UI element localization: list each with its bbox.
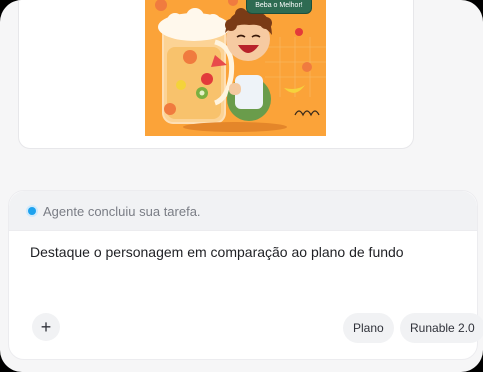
agent-status-text: Agente concluiu sua tarefa. — [43, 204, 201, 219]
app-window: Beba o Melhor! Agente concluiu sua taref… — [0, 0, 483, 372]
generated-image-card: Beba o Melhor! — [18, 0, 414, 149]
chat-composer: Agente concluiu sua tarefa. Destaque o p… — [8, 190, 483, 360]
agent-status-bar: Agente concluiu sua tarefa. — [9, 191, 477, 231]
model-selector-button[interactable]: Runable 2.0 — [400, 313, 483, 343]
image-speech-bubble: Beba o Melhor! — [246, 0, 312, 14]
plus-icon: + — [40, 317, 52, 337]
juice-illustration — [145, 0, 326, 136]
plan-mode-button[interactable]: Plano — [343, 313, 394, 343]
prompt-input[interactable]: Destaque o personagem em comparação ao p… — [30, 244, 404, 260]
add-attachment-button[interactable]: + — [32, 313, 60, 341]
status-dot-icon — [28, 207, 36, 215]
generated-image[interactable]: Beba o Melhor! — [145, 0, 326, 136]
